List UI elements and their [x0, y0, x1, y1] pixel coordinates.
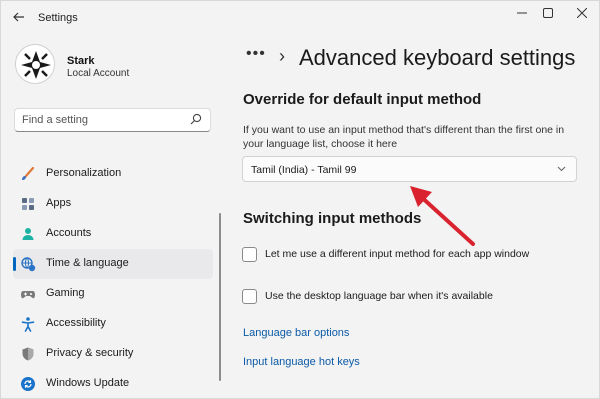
annotation-arrow-head [410, 186, 432, 207]
close-icon [576, 7, 588, 19]
person-icon [22, 228, 34, 240]
update-icon [21, 377, 35, 391]
desktop-language-bar-checkbox[interactable] [242, 289, 257, 304]
brush-icon [22, 166, 35, 180]
sidebar-item-accounts[interactable]: Accounts [13, 219, 213, 249]
search-placeholder: Find a setting [22, 114, 89, 126]
sidebar-scrollbar[interactable] [219, 213, 221, 381]
settings-window: Settings Stark Local Account Find a sett… [0, 0, 600, 399]
sidebar-item-accessibility[interactable]: Accessibility [13, 309, 213, 339]
search-icon [190, 113, 202, 125]
sidebar-item-privacy-security[interactable]: Privacy & security [13, 339, 213, 369]
language-bar-options-link[interactable]: Language bar options [243, 327, 349, 339]
sidebar-item-label: Time & language [46, 257, 129, 269]
account-type: Local Account [67, 68, 130, 79]
sidebar-item-personalization[interactable]: Personalization [13, 159, 213, 189]
app-title: Settings [38, 12, 78, 24]
annotation-arrow-shaft [416, 192, 475, 246]
override-section-heading: Override for default input method [243, 91, 482, 108]
sidebar-item-label: Apps [46, 197, 72, 209]
avatar[interactable] [15, 44, 55, 84]
override-description: If you want to use an input method that'… [243, 124, 565, 150]
avatar-image [16, 45, 54, 83]
per-app-input-checkbox[interactable] [242, 247, 257, 262]
globe-clock-icon [21, 257, 36, 272]
minimize-icon [517, 12, 527, 14]
checkbox-row-per-app-input: Let me use a different input method for … [242, 246, 582, 264]
chevron-down-icon [557, 166, 566, 172]
maximize-icon [543, 8, 553, 18]
sidebar-item-label: Privacy & security [46, 347, 134, 359]
sidebar-item-label: Personalization [46, 167, 122, 179]
sidebar-item-gaming[interactable]: Gaming [13, 279, 213, 309]
sidebar-nav: Personalization Apps Accounts Time & lan… [13, 159, 213, 398]
search-input[interactable]: Find a setting [14, 108, 211, 132]
user-name: Stark [67, 55, 95, 67]
arrow-left-icon [13, 12, 24, 22]
apps-icon [22, 198, 34, 210]
back-button[interactable] [9, 10, 29, 28]
checkbox-label: Use the desktop language bar when it's a… [265, 290, 493, 302]
dropdown-selected-value: Tamil (India) - Tamil 99 [251, 164, 357, 176]
gamepad-icon [21, 291, 35, 299]
accessibility-icon [21, 317, 35, 332]
sidebar-item-label: Windows Update [46, 377, 130, 389]
close-button[interactable] [569, 5, 595, 23]
minimize-button[interactable] [509, 5, 535, 23]
sidebar-item-label: Accessibility [46, 317, 106, 329]
breadcrumb-separator: › [279, 46, 285, 66]
sidebar-item-time-language[interactable]: Time & language [13, 249, 213, 279]
checkbox-label: Let me use a different input method for … [265, 248, 530, 260]
sidebar-item-apps[interactable]: Apps [13, 189, 213, 219]
page-title: Advanced keyboard settings [299, 45, 576, 70]
maximize-button[interactable] [535, 5, 561, 23]
breadcrumb-overflow-button[interactable]: ••• [246, 45, 266, 63]
title-bar: Settings [1, 1, 599, 37]
sidebar-item-label: Gaming [46, 287, 85, 299]
sidebar-item-windows-update[interactable]: Windows Update [13, 369, 213, 398]
input-language-hot-keys-link[interactable]: Input language hot keys [243, 356, 360, 368]
switching-section-heading: Switching input methods [243, 210, 422, 227]
shield-icon [22, 347, 34, 361]
input-method-dropdown[interactable]: Tamil (India) - Tamil 99 [242, 156, 577, 182]
checkbox-row-desktop-language-bar: Use the desktop language bar when it's a… [242, 288, 582, 306]
sidebar-item-label: Accounts [46, 227, 92, 239]
